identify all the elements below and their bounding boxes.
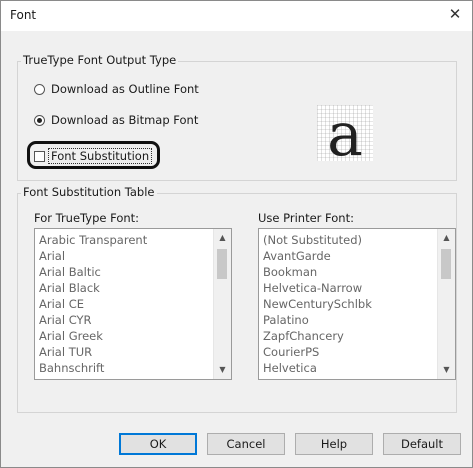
scroll-down-icon[interactable]: ▼ bbox=[214, 363, 231, 377]
scroll-thumb[interactable] bbox=[441, 249, 451, 279]
printer-font-list[interactable]: (Not Substituted) AvantGarde Bookman Hel… bbox=[258, 228, 456, 380]
bitmap-preview-icon: a bbox=[317, 105, 373, 161]
font-substitution-label: Font Substitution bbox=[48, 148, 153, 164]
font-substitution-box[interactable] bbox=[34, 150, 45, 162]
substitution-table-label: Font Substitution Table bbox=[21, 185, 157, 199]
truetype-list-caption: For TrueType Font: bbox=[34, 211, 140, 225]
list-item[interactable]: Arial CYR bbox=[39, 313, 92, 327]
list-item[interactable]: Arial Baltic bbox=[39, 265, 101, 279]
list-item[interactable]: Arial Black bbox=[39, 281, 100, 295]
list-item[interactable]: Arial Greek bbox=[39, 329, 103, 343]
list-item[interactable]: Palatino bbox=[263, 313, 309, 327]
radio-outline-label: Download as Outline Font bbox=[51, 82, 199, 96]
truetype-font-list[interactable]: Arabic Transparent Arial Arial Baltic Ar… bbox=[34, 228, 232, 380]
list-item[interactable]: Bahnschrift bbox=[39, 361, 104, 375]
preview-glyph: a bbox=[327, 105, 363, 161]
printer-list-caption: Use Printer Font: bbox=[258, 211, 354, 225]
list-item[interactable]: Arial TUR bbox=[39, 345, 92, 359]
scroll-up-icon[interactable]: ▲ bbox=[438, 231, 455, 245]
list-item[interactable]: Arabic Transparent bbox=[39, 233, 147, 247]
default-button[interactable]: Default bbox=[383, 433, 461, 455]
truetype-scrollbar[interactable]: ▲ ▼ bbox=[213, 229, 231, 379]
list-item[interactable]: AvantGarde bbox=[263, 249, 331, 263]
list-item[interactable]: ZapfChancery bbox=[263, 329, 344, 343]
list-item[interactable]: Bookman bbox=[263, 265, 317, 279]
radio-bitmap-dot[interactable] bbox=[34, 114, 45, 126]
title-bar: Font ✕ bbox=[1, 1, 472, 31]
list-item[interactable]: Arial bbox=[39, 249, 65, 263]
cancel-button[interactable]: Cancel bbox=[207, 433, 285, 455]
ok-button[interactable]: OK bbox=[119, 433, 197, 455]
list-item[interactable]: Helvetica-Narrow bbox=[263, 281, 362, 295]
list-item[interactable]: CourierPS bbox=[263, 345, 319, 359]
scroll-thumb[interactable] bbox=[217, 249, 227, 279]
output-type-label: TrueType Font Output Type bbox=[21, 53, 179, 67]
radio-outline-dot[interactable] bbox=[34, 83, 45, 95]
help-button[interactable]: Help bbox=[295, 433, 373, 455]
font-substitution-checkbox[interactable]: Font Substitution bbox=[34, 148, 153, 164]
printer-scrollbar[interactable]: ▲ ▼ bbox=[437, 229, 455, 379]
list-item[interactable]: Arial CE bbox=[39, 297, 84, 311]
dialog-title: Font bbox=[10, 8, 37, 22]
radio-bitmap-label: Download as Bitmap Font bbox=[51, 113, 199, 127]
font-dialog: Font ✕ TrueType Font Output Type Downloa… bbox=[0, 0, 473, 468]
list-item[interactable]: Helvetica bbox=[263, 361, 317, 375]
radio-bitmap-font[interactable]: Download as Bitmap Font bbox=[34, 113, 198, 127]
list-item[interactable]: (Not Substituted) bbox=[263, 233, 362, 247]
scroll-down-icon[interactable]: ▼ bbox=[438, 363, 455, 377]
list-item[interactable]: NewCenturySchlbk bbox=[263, 297, 372, 311]
close-icon[interactable]: ✕ bbox=[446, 5, 464, 23]
radio-outline-font[interactable]: Download as Outline Font bbox=[34, 82, 199, 96]
scroll-up-icon[interactable]: ▲ bbox=[214, 231, 231, 245]
